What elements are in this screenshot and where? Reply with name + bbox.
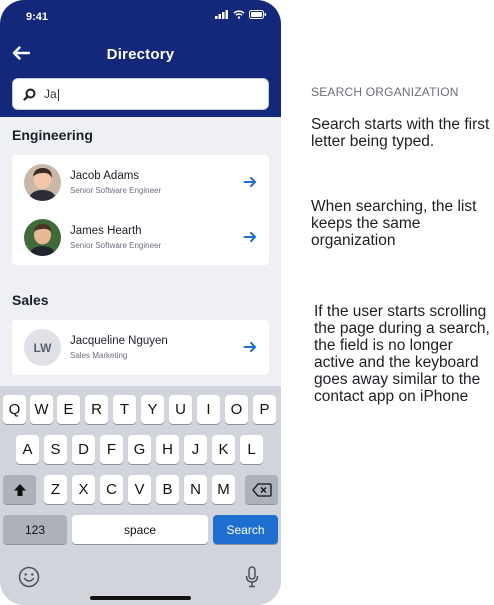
avatar [24,164,61,201]
app-header: 9:41 Directory Ja [0,0,281,117]
list-item[interactable]: Jacob Adams Senior Software Engineer [12,155,269,210]
key-p[interactable]: P [253,395,276,424]
person-name: James Hearth [70,225,142,237]
key-k[interactable]: K [212,435,235,464]
key-x[interactable]: X [72,475,95,504]
key-e[interactable]: E [57,395,80,424]
key-m[interactable]: M [212,475,235,504]
person-name: Jacqueline Nguyen [70,335,168,347]
arrow-right-icon[interactable] [243,230,257,244]
battery-icon [249,10,266,19]
key-h[interactable]: H [156,435,179,464]
emoji-icon[interactable] [18,566,40,588]
search-value: Ja [44,87,59,101]
section-title-sales: Sales [12,292,49,308]
key-s[interactable]: S [44,435,67,464]
arrow-right-icon[interactable] [243,340,257,354]
key-f[interactable]: F [100,435,123,464]
person-role: Senior Software Engineer [70,241,162,250]
search-icon [23,88,36,101]
avatar: LW [24,329,61,366]
wifi-icon [233,10,245,19]
signal-icon [215,10,228,19]
text-caret [57,88,59,101]
home-indicator [90,596,191,600]
key-v[interactable]: V [128,475,151,504]
key-c[interactable]: C [100,475,123,504]
person-role: Senior Software Engineer [70,186,162,195]
engineering-card: Jacob Adams Senior Software Engineer Jam… [12,155,269,265]
notes-heading: SEARCH ORGANIZATION [311,85,459,99]
numbers-key[interactable]: 123 [3,515,67,544]
key-b[interactable]: B [156,475,179,504]
person-role: Sales Marketing [70,351,128,360]
list-item[interactable]: LW Jacqueline Nguyen Sales Marketing [12,320,269,375]
shift-key[interactable] [3,475,36,504]
note-search-start: Search starts with the first letter bein… [311,116,490,150]
note-scrolling-behavior: If the user starts scrolling the page du… [314,303,490,405]
search-input[interactable]: Ja [12,78,269,110]
search-key[interactable]: Search [213,515,278,544]
space-key[interactable]: space [72,515,208,544]
delete-key[interactable] [245,475,278,504]
microphone-icon[interactable] [245,566,259,588]
avatar [24,219,61,256]
key-n[interactable]: N [184,475,207,504]
sales-card: LW Jacqueline Nguyen Sales Marketing [12,320,269,375]
key-y[interactable]: Y [141,395,164,424]
key-r[interactable]: R [85,395,108,424]
keyboard: Q W E R T Y U I O P A S D F G H J K L Z … [0,386,281,605]
key-t[interactable]: T [113,395,136,424]
key-a[interactable]: A [16,435,39,464]
section-title-engineering: Engineering [12,127,93,143]
note-search-organization: When searching, the list keeps the same … [311,198,477,249]
phone-screen: 9:41 Directory Ja Engineering Jacob Adam… [0,0,281,605]
key-g[interactable]: G [128,435,151,464]
key-z[interactable]: Z [44,475,67,504]
status-time: 9:41 [26,11,49,23]
key-l[interactable]: L [240,435,263,464]
arrow-right-icon[interactable] [243,175,257,189]
key-u[interactable]: U [169,395,192,424]
key-q[interactable]: Q [3,395,26,424]
person-name: Jacob Adams [70,170,140,182]
shift-icon [13,483,26,496]
key-i[interactable]: I [197,395,220,424]
status-icons [215,10,267,19]
key-o[interactable]: O [225,395,248,424]
list-item[interactable]: James Hearth Senior Software Engineer [12,210,269,265]
key-w[interactable]: W [30,395,53,424]
key-d[interactable]: D [72,435,95,464]
key-j[interactable]: J [184,435,207,464]
backspace-icon [251,482,272,497]
page-title: Directory [106,46,175,63]
